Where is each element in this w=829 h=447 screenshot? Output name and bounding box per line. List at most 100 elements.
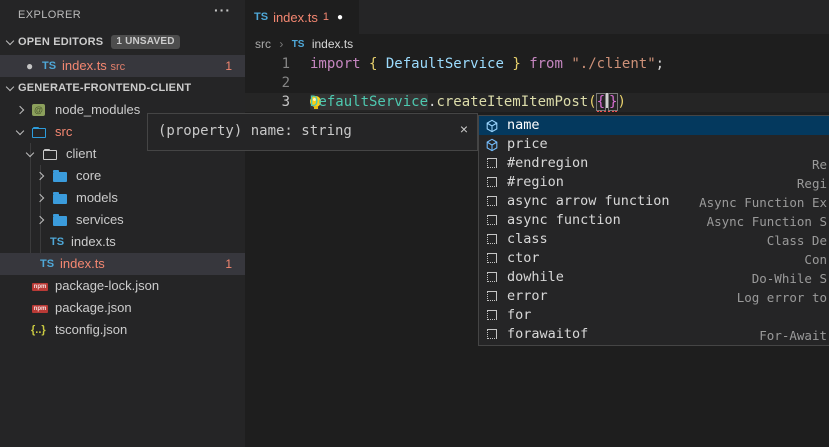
vscode-window: EXPLORER ··· OPEN EDITORS1 UNSAVED ● TS … [0,0,829,447]
open-editor-filename: index.ts src [62,55,125,78]
breadcrumb-file[interactable]: index.ts [312,37,353,51]
tooltip-text: (property) name: string [158,123,352,139]
chevron-down-icon[interactable] [6,37,14,45]
snippet-icon [487,177,497,187]
problem-count-badge: 1 [225,55,232,77]
tree-item-models[interactable]: models [0,187,245,209]
close-icon[interactable]: × [460,122,468,136]
token-import: import [310,56,369,72]
snippet-icon [487,310,497,320]
breadcrumb-folder[interactable]: src [255,37,271,51]
tab-problem-badge: 1 [323,11,329,23]
open-folder-icon [32,128,46,138]
token-default-service: DefaultService [310,94,428,110]
tree-item-tsconfig-json[interactable]: {..} tsconfig.json [0,319,245,341]
snippet-icon [487,158,497,168]
suggestion-name[interactable]: name [479,116,829,135]
suggestion-price[interactable]: price [479,135,829,154]
explorer-title: EXPLORER [18,9,81,21]
token-semicolon: ; [656,56,664,72]
node-modules-folder-icon: @ [32,104,45,116]
tree-item-src-index-ts[interactable]: TS index.ts 1 [0,253,245,275]
typescript-file-icon: TS [42,55,56,77]
chevron-down-icon[interactable] [26,149,34,157]
explorer-header: EXPLORER ··· [0,0,245,30]
line-number-3: 3 [245,93,290,112]
snippet-icon [487,196,497,206]
folder-icon [53,216,67,226]
modified-dot-icon[interactable]: ● [26,55,33,77]
suggestion-async-arrow-function[interactable]: async arrow function Async Function Ex [479,192,829,211]
suggestion-error[interactable]: error Log error to [479,287,829,306]
tree-item-package-lock-json[interactable]: npm package-lock.json [0,275,245,297]
breadcrumb-separator-icon: › [279,37,283,51]
suggestion-region[interactable]: #region Regi [479,173,829,192]
tree-item-client-index-ts[interactable]: TS index.ts [0,231,245,253]
tab-index-ts[interactable]: TS index.ts 1 ● [245,0,359,34]
unsaved-badge: 1 UNSAVED [111,35,179,49]
line-number-1: 1 [245,55,290,74]
token-module-string: "./client" [571,56,655,72]
token-close-paren: ) [617,94,625,110]
token-method: createItemItemPost [436,94,588,110]
chevron-right-icon[interactable] [16,106,24,114]
more-actions-icon[interactable]: ··· [214,2,231,18]
suggestion-endregion[interactable]: #endregion Re [479,154,829,173]
open-editor-item-index-ts[interactable]: ● TS index.ts src 1 [0,55,245,77]
token-open-brace: { [369,56,386,72]
folder-icon [53,194,67,204]
token-open-paren: ( [588,94,596,110]
code-line-3[interactable]: DefaultService.createItemItemPost({}) [310,93,626,112]
suggestion-ctor[interactable]: ctor Con [479,249,829,268]
snippet-icon [487,215,497,225]
token-open-brace: { [597,94,605,110]
code-line-1[interactable]: import { DefaultService } from "./client… [310,55,664,74]
typescript-file-icon: TS [50,231,64,253]
project-section[interactable]: GENERATE-FRONTEND-CLIENT [0,77,245,99]
folder-icon [53,172,67,182]
snippet-icon [487,253,497,263]
snippet-icon [487,234,497,244]
project-name-label: GENERATE-FRONTEND-CLIENT [18,77,191,99]
explorer-sidebar: EXPLORER ··· OPEN EDITORS1 UNSAVED ● TS … [0,0,245,447]
snippet-icon [487,272,497,282]
tab-title: index.ts [273,10,318,25]
line-number-2: 2 [245,74,290,93]
open-editor-filepath: src [110,61,125,73]
chevron-down-icon[interactable] [6,83,14,91]
typescript-file-icon: TS [254,11,268,23]
suggestion-for[interactable]: for [479,306,829,325]
open-editors-section[interactable]: OPEN EDITORS1 UNSAVED [0,31,245,53]
open-folder-icon [43,150,57,160]
suggestion-class[interactable]: class Class De [479,230,829,249]
tree-item-core[interactable]: core [0,165,245,187]
error-squiggle: {} [597,94,618,112]
intellisense-suggest-widget: name price #endregion Re #region Regi as… [478,115,829,346]
field-icon [485,118,499,132]
chevron-right-icon[interactable] [36,172,44,180]
problem-count-badge: 1 [225,253,232,275]
text-cursor [606,93,608,108]
suggestion-forawaitof[interactable]: forawaitof For-Await [479,325,829,344]
token-from: from [529,56,571,72]
suggestion-async-function[interactable]: async function Async Function S [479,211,829,230]
snippet-icon [487,329,497,339]
suggestion-dowhile[interactable]: dowhile Do-While S [479,268,829,287]
typescript-file-icon: TS [40,253,54,275]
breadcrumb: src › TS index.ts [245,34,829,55]
npm-file-icon: npm [32,305,48,313]
chevron-right-icon[interactable] [36,194,44,202]
npm-file-icon: npm [32,283,48,291]
chevron-right-icon[interactable] [36,216,44,224]
unsaved-dot-icon[interactable]: ● [337,12,343,23]
hover-tooltip: (property) name: string × [147,113,478,151]
typescript-file-icon: TS [292,39,305,50]
snippet-icon [487,291,497,301]
editor-tab-bar: TS index.ts 1 ● [245,0,829,34]
chevron-down-icon[interactable] [16,127,24,135]
field-icon [485,137,499,151]
token-close-brace: } [504,56,529,72]
tree-item-package-json[interactable]: npm package.json [0,297,245,319]
open-editors-label: OPEN EDITORS1 UNSAVED [18,31,180,53]
tree-item-services[interactable]: services [0,209,245,231]
